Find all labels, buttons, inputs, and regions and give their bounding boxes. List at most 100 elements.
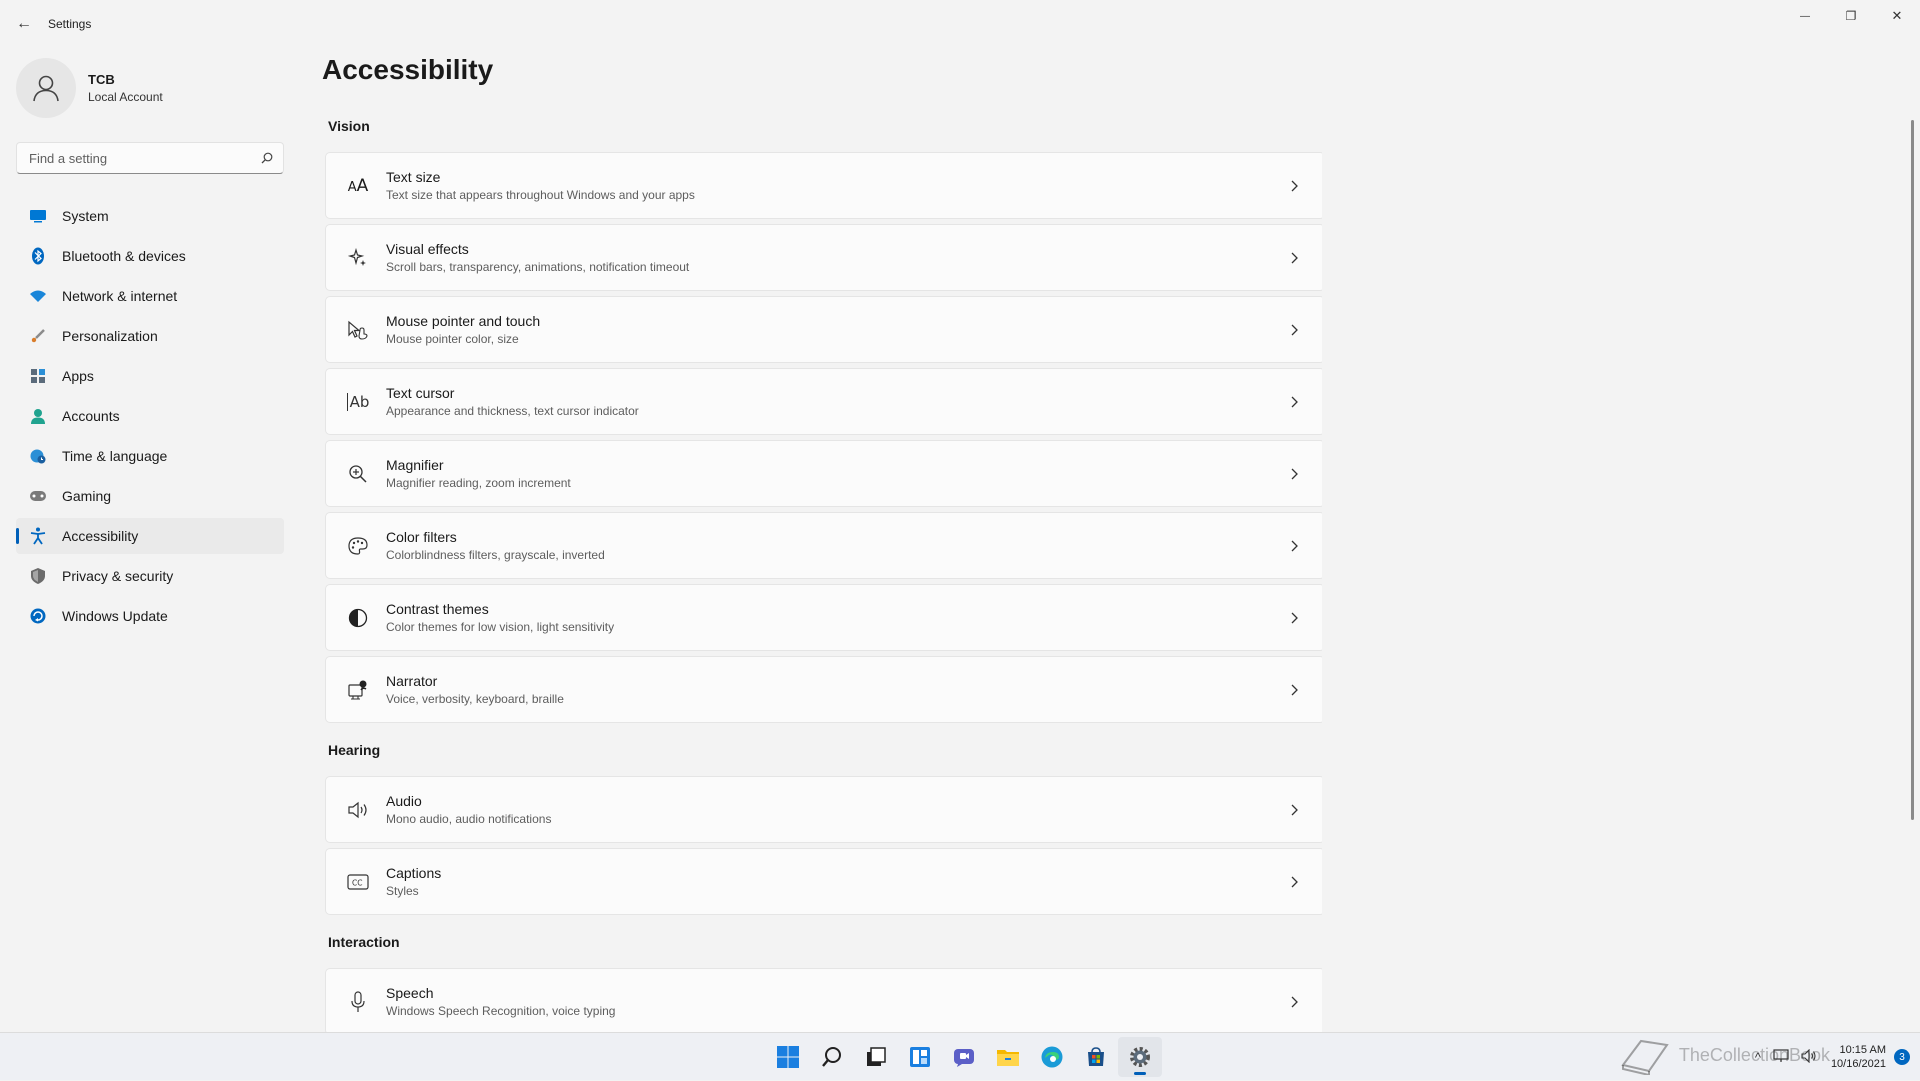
captions-icon: CC	[347, 874, 369, 890]
file-explorer-icon	[996, 1046, 1020, 1068]
sidebar-item-system[interactable]: System	[16, 198, 284, 234]
user-profile[interactable]: TCB Local Account	[16, 58, 163, 118]
card-subtitle: Mono audio, audio notifications	[386, 812, 1264, 826]
chevron-right-icon	[1290, 612, 1298, 624]
card-subtitle: Colorblindness filters, grayscale, inver…	[386, 548, 1264, 562]
restore-button[interactable]: ❐	[1828, 0, 1874, 32]
narrator-icon	[347, 679, 369, 701]
chat-icon	[952, 1046, 976, 1068]
search-box[interactable]	[16, 142, 284, 174]
minimize-button[interactable]: —	[1782, 0, 1828, 32]
sidebar-item-apps[interactable]: Apps	[16, 358, 284, 394]
chevron-right-icon	[1290, 324, 1298, 336]
setting-card-speech[interactable]: Speech Windows Speech Recognition, voice…	[325, 968, 1322, 1032]
window-controls: — ❐ ✕	[1782, 0, 1920, 32]
sidebar-item-bluetooth[interactable]: Bluetooth & devices	[16, 238, 284, 274]
sidebar-item-time-language[interactable]: Time & language	[16, 438, 284, 474]
back-button[interactable]: ←	[0, 0, 48, 48]
vertical-scrollbar[interactable]	[1911, 120, 1914, 820]
sidebar-item-label: Personalization	[62, 328, 158, 344]
setting-card-color-filters[interactable]: Color filters Colorblindness filters, gr…	[325, 512, 1322, 579]
text-size-icon: AA	[348, 176, 369, 196]
chevron-right-icon	[1290, 396, 1298, 408]
store-icon	[1085, 1046, 1107, 1068]
sidebar-item-windows-update[interactable]: Windows Update	[16, 598, 284, 634]
sidebar-item-accounts[interactable]: Accounts	[16, 398, 284, 434]
sidebar-item-label: Accessibility	[62, 528, 138, 544]
setting-card-text-cursor[interactable]: Ab Text cursor Appearance and thickness,…	[325, 368, 1322, 435]
search-icon	[821, 1046, 843, 1068]
card-title: Contrast themes	[386, 601, 1264, 617]
sidebar-item-privacy[interactable]: Privacy & security	[16, 558, 284, 594]
start-icon	[776, 1045, 800, 1069]
profile-name: TCB	[88, 72, 163, 87]
card-subtitle: Magnifier reading, zoom increment	[386, 476, 1264, 490]
update-icon	[28, 606, 48, 626]
widgets-button[interactable]	[898, 1037, 942, 1077]
contrast-icon	[348, 608, 368, 628]
taskbar: TheCollectionBook ^ 10:15 AM 10/16/2021 …	[0, 1032, 1920, 1080]
monitor-icon	[28, 206, 48, 226]
main-content: Accessibility Vision AA Text size Text s…	[322, 48, 1322, 1032]
sidebar-item-label: Bluetooth & devices	[62, 248, 186, 264]
edge-icon	[1040, 1045, 1064, 1069]
card-subtitle: Mouse pointer color, size	[386, 332, 1264, 346]
microphone-icon	[350, 991, 366, 1013]
card-title: Magnifier	[386, 457, 1264, 473]
close-button[interactable]: ✕	[1874, 0, 1920, 32]
sidebar-item-label: Gaming	[62, 488, 111, 504]
file-explorer-button[interactable]	[986, 1037, 1030, 1077]
setting-card-visual-effects[interactable]: Visual effects Scroll bars, transparency…	[325, 224, 1322, 291]
search-input[interactable]	[27, 150, 261, 167]
accessibility-icon	[28, 526, 48, 546]
chevron-right-icon	[1290, 180, 1298, 192]
store-button[interactable]	[1074, 1037, 1118, 1077]
shield-icon	[28, 566, 48, 586]
sidebar-item-label: Apps	[62, 368, 94, 384]
task-view-button[interactable]	[854, 1037, 898, 1077]
chevron-right-icon	[1290, 468, 1298, 480]
chat-button[interactable]	[942, 1037, 986, 1077]
chevron-right-icon	[1290, 804, 1298, 816]
pointer-icon	[347, 320, 369, 340]
widgets-icon	[909, 1046, 931, 1068]
taskbar-search-button[interactable]	[810, 1037, 854, 1077]
sidebar-item-network[interactable]: Network & internet	[16, 278, 284, 314]
section-title-vision: Vision	[328, 118, 370, 134]
notification-badge[interactable]: 3	[1894, 1049, 1910, 1065]
avatar	[16, 58, 76, 118]
card-subtitle: Windows Speech Recognition, voice typing	[386, 1004, 1264, 1018]
bluetooth-icon	[28, 246, 48, 266]
start-button[interactable]	[766, 1037, 810, 1077]
sidebar-item-gaming[interactable]: Gaming	[16, 478, 284, 514]
card-subtitle: Styles	[386, 884, 1264, 898]
close-icon: ✕	[1892, 8, 1903, 24]
setting-card-magnifier[interactable]: Magnifier Magnifier reading, zoom increm…	[325, 440, 1322, 507]
settings-icon	[1128, 1045, 1152, 1069]
text-cursor-icon: Ab	[347, 393, 370, 411]
chevron-right-icon	[1290, 252, 1298, 264]
clock[interactable]: 10:15 AM 10/16/2021	[1831, 1043, 1886, 1071]
setting-card-audio[interactable]: Audio Mono audio, audio notifications	[325, 776, 1322, 843]
sidebar-item-label: Accounts	[62, 408, 120, 424]
chevron-right-icon	[1290, 996, 1298, 1008]
edge-button[interactable]	[1030, 1037, 1074, 1077]
watermark: TheCollectionBook	[1619, 1035, 1830, 1075]
sidebar-item-label: System	[62, 208, 109, 224]
card-title: Captions	[386, 865, 1264, 881]
profile-account-type: Local Account	[88, 90, 163, 104]
card-subtitle: Text size that appears throughout Window…	[386, 188, 1264, 202]
svg-text:CC: CC	[352, 878, 362, 887]
app-title: Settings	[48, 17, 91, 31]
setting-card-mouse-pointer[interactable]: Mouse pointer and touch Mouse pointer co…	[325, 296, 1322, 363]
settings-button[interactable]	[1118, 1037, 1162, 1077]
taskbar-apps	[766, 1033, 1162, 1081]
sidebar-item-accessibility[interactable]: Accessibility	[16, 518, 284, 554]
nav-list: System Bluetooth & devices Network & int…	[16, 198, 284, 638]
setting-card-text-size[interactable]: AA Text size Text size that appears thro…	[325, 152, 1322, 219]
setting-card-narrator[interactable]: Narrator Voice, verbosity, keyboard, bra…	[325, 656, 1322, 723]
setting-card-contrast-themes[interactable]: Contrast themes Color themes for low vis…	[325, 584, 1322, 651]
setting-card-captions[interactable]: CC Captions Styles	[325, 848, 1322, 915]
search-icon	[261, 152, 273, 164]
sidebar-item-personalization[interactable]: Personalization	[16, 318, 284, 354]
